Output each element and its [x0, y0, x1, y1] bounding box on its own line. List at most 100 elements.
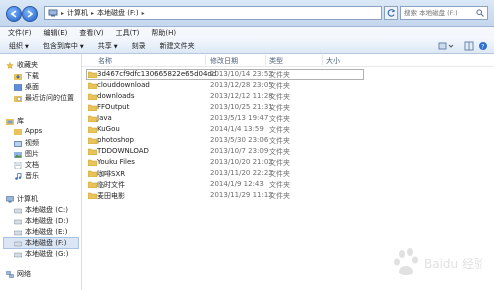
- nav-computer[interactable]: 计算机: [6, 194, 38, 204]
- nav-drive-f[interactable]: 本地磁盘 (F:): [3, 237, 79, 249]
- file-row[interactable]: Youku Files 2013/10/20 21:02 文件夹: [82, 157, 494, 168]
- crumb-computer[interactable]: 计算机: [67, 8, 88, 18]
- preview-pane-icon[interactable]: [464, 41, 474, 51]
- baidu-paw-logo-icon: Baidu 经验: [394, 248, 486, 275]
- watermark-text: Baidu 经验: [424, 256, 482, 271]
- folder-icon: [88, 159, 97, 166]
- menu-help[interactable]: 帮助(H): [151, 28, 176, 38]
- file-row[interactable]: 3d467cf9dfc130665822e65d04dd 2013/10/14 …: [82, 69, 494, 80]
- nav-network-label: 网络: [17, 270, 31, 278]
- nav-drive-c[interactable]: 本地磁盘 (C:): [14, 205, 68, 215]
- chevron-right-icon: ▸: [61, 9, 65, 17]
- search-icon[interactable]: [476, 9, 484, 17]
- file-row[interactable]: 麦田电影 2013/11/29 11:12 文件夹: [82, 190, 494, 201]
- nav-fav-downloads-label: 下载: [25, 72, 39, 80]
- view-options-icon[interactable]: [438, 41, 458, 51]
- column-type[interactable]: 类型: [269, 56, 283, 66]
- file-type: 文件夹: [269, 181, 290, 189]
- navigation-pane: 收藏夹 下载 桌面 最近访问的位置 库 Apps 视频 图片 文档 音乐 计算机: [0, 54, 82, 290]
- drive-icon: [14, 252, 22, 257]
- file-row[interactable]: KuGou 2014/1/4 13:59 文件夹: [82, 124, 494, 135]
- forward-button[interactable]: [22, 6, 38, 22]
- file-date: 2013/5/13 19:47: [210, 114, 269, 122]
- nav-network[interactable]: 网络: [6, 269, 31, 279]
- nav-fav-downloads[interactable]: 下载: [14, 71, 39, 81]
- network-icon: [6, 270, 14, 278]
- nav-favorites[interactable]: 收藏夹: [6, 60, 38, 70]
- menu-edit[interactable]: 编辑(E): [44, 28, 68, 38]
- file-name: photoshop: [97, 136, 134, 144]
- column-name[interactable]: 名称: [98, 56, 112, 66]
- folder-icon: [88, 82, 97, 89]
- file-row[interactable]: 咖啡SXR 2013/11/20 22:22 文件夹: [82, 168, 494, 179]
- column-date[interactable]: 修改日期: [210, 56, 238, 66]
- search-input[interactable]: [401, 7, 474, 19]
- new-folder-button[interactable]: 新建文件夹: [160, 41, 195, 51]
- nav-drive-g[interactable]: 本地磁盘 (G:): [14, 249, 68, 259]
- menu-file[interactable]: 文件(F): [8, 28, 32, 38]
- burn-button[interactable]: 刻录: [132, 41, 146, 51]
- folder-icon: [88, 192, 97, 199]
- file-name: 3d467cf9dfc130665822e65d04dd: [97, 70, 217, 78]
- chevron-right-icon: ▸: [91, 9, 95, 17]
- search-box[interactable]: [400, 6, 488, 20]
- file-row[interactable]: downloads 2013/12/12 11:28 文件夹: [82, 91, 494, 102]
- computer-icon: [48, 9, 58, 17]
- file-row[interactable]: FFOutput 2013/10/25 21:31 文件夹: [82, 102, 494, 113]
- folder-icon: [88, 170, 97, 177]
- column-divider[interactable]: [265, 55, 266, 65]
- menu-view[interactable]: 查看(V): [79, 28, 103, 38]
- library-folder-icon: [14, 128, 22, 135]
- nav-lib-pictures[interactable]: 图片: [14, 149, 39, 159]
- file-date: 2013/11/29 11:12: [210, 191, 273, 199]
- organize-button[interactable]: 组织 ▼: [9, 41, 29, 51]
- file-date: 2013/10/14 23:52: [210, 70, 273, 78]
- nav-fav-desktop[interactable]: 桌面: [14, 82, 39, 92]
- back-arrow-icon: [10, 10, 17, 18]
- desktop-icon: [14, 83, 22, 91]
- menu-tools[interactable]: 工具(T): [116, 28, 140, 38]
- drive-icon: [14, 208, 22, 213]
- file-type: 文件夹: [269, 126, 290, 134]
- file-row[interactable]: 临时文件 2014/1/9 12:43 文件夹: [82, 179, 494, 190]
- crumb-drive-f[interactable]: 本地磁盘 (F:): [97, 8, 139, 18]
- nav-lib-music[interactable]: 音乐: [14, 171, 39, 181]
- column-divider[interactable]: [322, 55, 323, 65]
- nav-lib-apps[interactable]: Apps: [14, 127, 42, 135]
- address-input[interactable]: ▸ 计算机 ▸ 本地磁盘 (F:) ▸: [44, 6, 382, 20]
- nav-fav-recent[interactable]: 最近访问的位置: [14, 93, 74, 103]
- folder-icon: [88, 148, 97, 155]
- file-row[interactable]: TDDOWNLOAD 2013/10/7 23:09 文件夹: [82, 146, 494, 157]
- file-row[interactable]: photoshop 2013/5/30 23:06 文件夹: [82, 135, 494, 146]
- nav-drive-d-label: 本地磁盘 (D:): [25, 217, 69, 225]
- nav-drive-c-label: 本地磁盘 (C:): [25, 206, 68, 214]
- file-row[interactable]: clouddownload 2013/12/28 23:05 文件夹: [82, 80, 494, 91]
- file-name: 麦田电影: [97, 192, 125, 200]
- file-row[interactable]: Java 2013/5/13 19:47 文件夹: [82, 113, 494, 124]
- drive-icon: [14, 230, 22, 235]
- nav-fav-desktop-label: 桌面: [25, 83, 39, 91]
- chevron-right-icon: ▸: [141, 9, 145, 17]
- forward-arrow-icon: [27, 10, 34, 18]
- file-type: 文件夹: [269, 71, 290, 79]
- column-divider[interactable]: [205, 55, 206, 65]
- file-type: 文件夹: [269, 170, 290, 178]
- file-name: downloads: [97, 92, 135, 100]
- back-button[interactable]: [6, 6, 22, 22]
- refresh-button[interactable]: [384, 6, 398, 20]
- column-size[interactable]: 大小: [326, 56, 340, 66]
- file-name: FFOutput: [97, 103, 130, 111]
- nav-drive-d[interactable]: 本地磁盘 (D:): [14, 216, 68, 226]
- help-icon[interactable]: ?: [478, 41, 488, 51]
- nav-favorites-label: 收藏夹: [17, 61, 38, 69]
- nav-libraries[interactable]: 库: [6, 116, 24, 126]
- nav-lib-videos[interactable]: 视频: [14, 138, 39, 148]
- folder-icon: [88, 104, 97, 111]
- nav-lib-documents[interactable]: 文档: [14, 160, 39, 170]
- file-type: 文件夹: [269, 93, 290, 101]
- file-type: 文件夹: [269, 104, 290, 112]
- file-date: 2014/1/9 12:43: [210, 180, 264, 188]
- nav-drive-e[interactable]: 本地磁盘 (E:): [14, 227, 67, 237]
- share-button[interactable]: 共享 ▼: [98, 41, 118, 51]
- include-in-library-button[interactable]: 包含到库中 ▼: [43, 41, 84, 51]
